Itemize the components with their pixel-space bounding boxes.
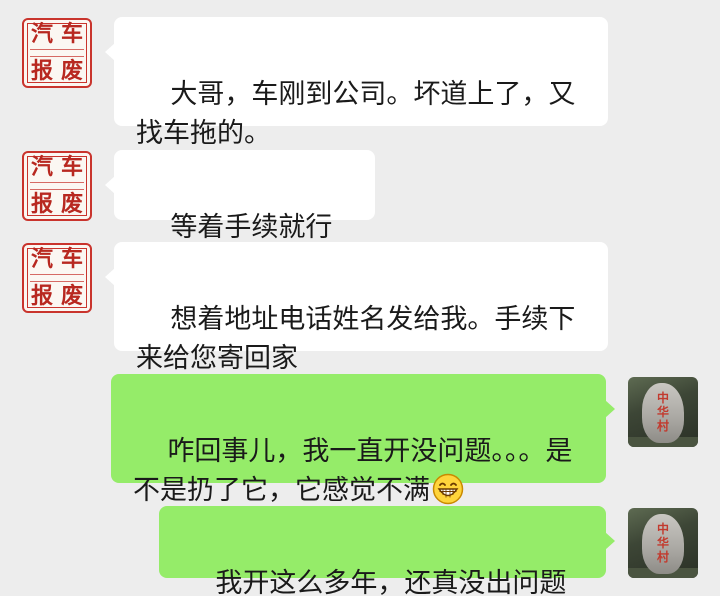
avatar-stone-text: 中华村 — [656, 391, 669, 433]
message-bubble-outgoing[interactable]: 咋回事儿，我一直开没问题。。。是不是扔了它，它感觉不满 — [111, 374, 615, 506]
contact-avatar[interactable]: 汽 车 报 废 — [22, 243, 92, 313]
avatar-logo-char: 车 — [60, 246, 83, 272]
message-bubble-incoming[interactable]: 想着地址电话姓名发给我。手续下来给您寄回家 — [105, 242, 608, 374]
message-text: 想着地址电话姓名发给我。手续下来给您寄回家 — [136, 304, 576, 374]
avatar-logo-char: 废 — [60, 191, 83, 217]
message-bubble-incoming[interactable]: 等着手续就行了 — [105, 150, 375, 282]
message-bubble-outgoing[interactable]: 我开这么多年，还真没出问题 — [159, 506, 615, 596]
avatar-logo-char: 车 — [60, 21, 83, 47]
avatar-logo-char: 汽 — [30, 246, 53, 272]
avatar-logo-char: 报 — [30, 283, 53, 309]
avatar-logo-rule — [30, 182, 84, 190]
message-text: 咋回事儿，我一直开没问题。。。是不是扔了它，它感觉不满 — [133, 436, 573, 506]
avatar-logo-char: 报 — [30, 58, 53, 84]
avatar-logo-char: 汽 — [30, 154, 53, 180]
avatar-logo-rule — [30, 274, 84, 282]
avatar-logo-rule — [30, 49, 84, 57]
avatar-logo-char: 汽 — [30, 21, 53, 47]
contact-avatar[interactable]: 汽 车 报 废 — [22, 151, 92, 221]
avatar-logo-char: 废 — [60, 58, 83, 84]
message-text: 大哥，车刚到公司。坏道上了，又找车拖的。 — [136, 79, 576, 149]
chat-conversation: 汽 车 报 废 大哥，车刚到公司。坏道上了，又找车拖的。 汽 车 报 废 等着手… — [0, 0, 720, 596]
self-avatar[interactable]: 中华村 — [628, 508, 698, 578]
avatar-logo-char: 报 — [30, 191, 53, 217]
grin-icon — [432, 473, 464, 505]
message-bubble-incoming[interactable]: 大哥，车刚到公司。坏道上了，又找车拖的。 — [105, 17, 608, 149]
avatar-stone-text: 中华村 — [656, 522, 669, 564]
self-avatar[interactable]: 中华村 — [628, 377, 698, 447]
avatar-logo-char: 废 — [60, 283, 83, 309]
avatar-logo-char: 车 — [60, 154, 83, 180]
contact-avatar[interactable]: 汽 车 报 废 — [22, 18, 92, 88]
message-text: 我开这么多年，还真没出问题 — [215, 568, 567, 596]
